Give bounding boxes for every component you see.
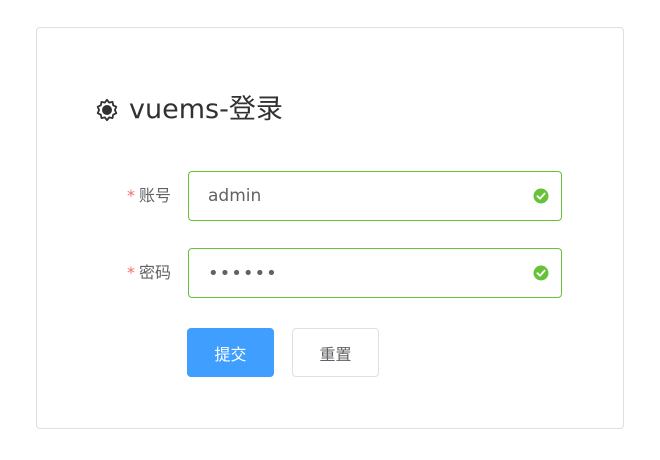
- password-input[interactable]: [208, 249, 518, 297]
- check-circle-icon: [533, 265, 549, 281]
- form-title: vuems-登录: [95, 92, 283, 128]
- required-mark: *: [126, 263, 135, 282]
- form-title-text: vuems-登录: [129, 94, 283, 125]
- password-row: * 密码: [37, 248, 623, 298]
- password-label-text: 密码: [138, 263, 171, 282]
- required-mark: *: [126, 186, 135, 205]
- check-circle-icon: [533, 188, 549, 204]
- account-input[interactable]: [208, 172, 518, 220]
- account-input-wrapper: [188, 171, 562, 221]
- gear-icon: [95, 98, 119, 122]
- reset-button[interactable]: 重置: [292, 328, 379, 377]
- password-label: * 密码: [127, 248, 171, 298]
- account-label: * 账号: [127, 171, 171, 221]
- account-row: * 账号: [37, 171, 623, 221]
- login-card: vuems-登录 *账号 *密码: [36, 27, 624, 429]
- submit-button[interactable]: 提交: [187, 328, 274, 377]
- account-label-text: 账号: [138, 186, 171, 205]
- password-input-wrapper: [188, 248, 562, 298]
